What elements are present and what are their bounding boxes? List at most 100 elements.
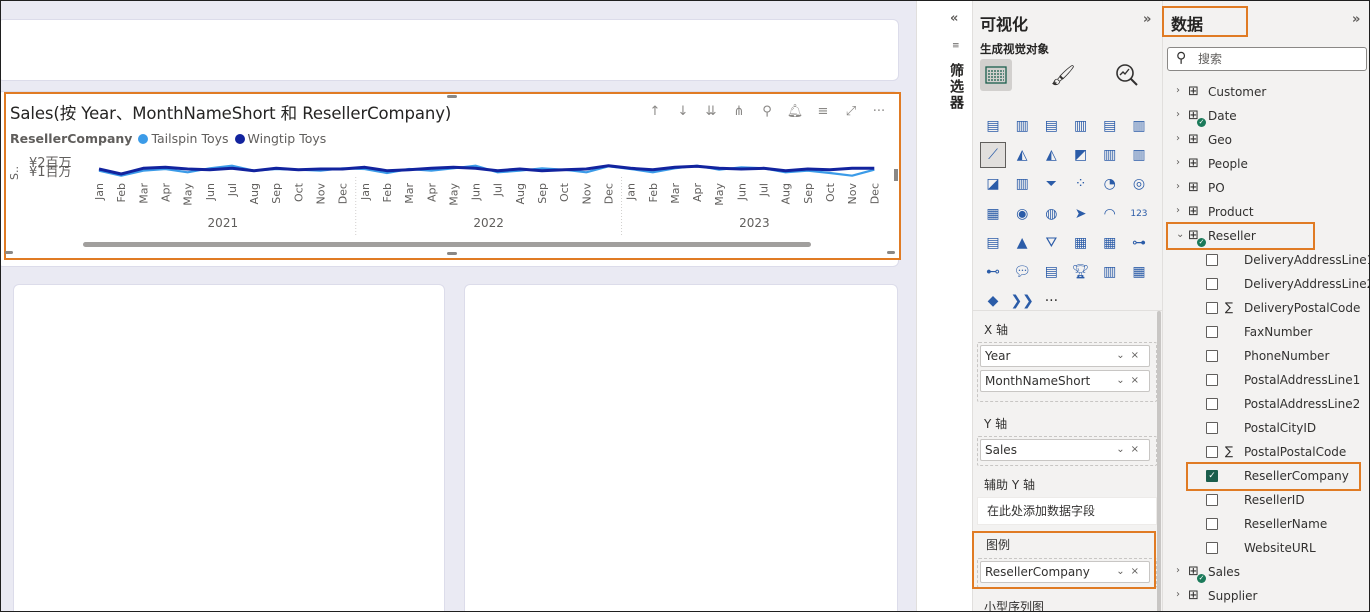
resize-handle-left[interactable] [5,251,13,254]
field-checkbox[interactable] [1206,518,1218,530]
resize-handle-top[interactable] [447,95,457,98]
table-item-reseller[interactable]: Reseller [1208,225,1256,247]
build-visual-tab-icon[interactable] [980,59,1012,91]
line-column-icon[interactable]: ▥ [1097,142,1123,168]
arcgis-icon[interactable]: ▦ [1126,259,1152,285]
chevron-down-icon[interactable]: ⌄ [1176,229,1184,240]
more-options-icon[interactable]: ··· [865,101,893,121]
field-resellercompany[interactable]: ResellerCompany [1244,465,1349,487]
y-field-sales[interactable]: Sales ⌄× [980,439,1150,461]
field-postalcityid[interactable]: PostalCityID [1244,417,1316,439]
x-field-monthnameshort[interactable]: MonthNameShort ⌄× [980,370,1150,392]
table-item-geo[interactable]: Geo [1208,129,1232,151]
ribbon-icon[interactable]: ◩ [1068,142,1094,168]
line-chart-icon[interactable]: ⟋ [980,142,1006,169]
legend-item-wingtip[interactable]: Wingtip Toys [234,131,326,146]
decomposition-icon[interactable]: ⊶ [1126,230,1152,256]
bell-icon[interactable]: 🔔︎ [781,101,809,121]
multirow-card-icon[interactable]: ▤ [980,230,1006,256]
waterfall-icon[interactable]: ▥ [1009,171,1035,197]
resize-handle-bottom[interactable] [447,252,457,255]
key-influencers-icon[interactable]: ⊷ [980,259,1006,285]
field-resellername[interactable]: ResellerName [1244,513,1327,535]
field-checkbox[interactable] [1206,398,1218,410]
treemap-icon[interactable]: ▦ [980,201,1006,227]
field-phonenumber[interactable]: PhoneNumber [1244,345,1329,367]
line-clustered-icon[interactable]: ▥ [1126,142,1152,168]
chevron-right-icon[interactable]: › [1176,565,1180,576]
trophy-icon[interactable]: 🏆︎ [1068,259,1094,285]
table-item-customer[interactable]: Customer [1208,81,1266,103]
empty-visual-right[interactable] [464,284,898,611]
empty-visual-left[interactable] [13,284,445,611]
table-item-date[interactable]: Date [1208,105,1237,127]
field-deliverypostalcode[interactable]: DeliveryPostalCode [1244,297,1360,319]
field-postaladdressline1[interactable]: PostalAddressLine1 [1244,369,1360,391]
field-checkbox[interactable] [1206,302,1218,314]
field-checkbox[interactable] [1206,494,1218,506]
chevron-right-icon[interactable]: › [1176,157,1180,168]
field-checkbox[interactable] [1206,446,1218,458]
clustered-bar-icon[interactable]: ▤ [1038,113,1064,139]
narrative-icon[interactable]: ▤ [1038,259,1064,285]
drill-down-icon[interactable]: ↓ [669,101,697,121]
stacked-area-icon[interactable]: ◭ [1038,142,1064,168]
chevron-right-icon[interactable]: › [1176,589,1180,600]
format-visual-tab-icon[interactable]: 🖌︎ [1047,59,1079,91]
filter-icon[interactable]: ≡ [809,101,837,121]
pin-icon[interactable]: ⚲ [753,101,781,121]
gauge-icon[interactable]: ◠ [1097,201,1123,227]
viz-pane-scrollbar[interactable] [1157,311,1161,611]
field-deliveryaddressline2[interactable]: DeliveryAddressLine2 [1244,273,1369,295]
filters-label[interactable]: 筛选器 [946,63,966,111]
pie-icon[interactable]: ◔ [1097,171,1123,197]
pill-controls[interactable]: ⌄× [1116,346,1145,366]
field-checkbox[interactable] [1206,254,1218,266]
qa-icon[interactable]: 💬︎ [1009,259,1035,285]
paginated-icon[interactable]: ▥ [1097,259,1123,285]
field-deliveryaddressline1[interactable]: DeliveryAddressLine1 [1244,249,1369,271]
slicer-icon[interactable]: ⛛ [1038,230,1064,256]
empty-visual-top[interactable] [1,19,899,81]
field-checkbox[interactable] [1206,326,1218,338]
field-checkbox[interactable] [1206,374,1218,386]
field-postaladdressline2[interactable]: PostalAddressLine2 [1244,393,1360,415]
chevron-right-icon[interactable]: › [1176,85,1180,96]
stacked-column-icon[interactable]: ▥ [1009,113,1035,139]
field-checkbox[interactable] [1206,542,1218,554]
field-checkbox[interactable] [1206,278,1218,290]
pill-controls[interactable]: ⌄× [1116,440,1145,460]
filled-map-icon[interactable]: ◍ [1038,201,1064,227]
field-checkbox[interactable]: ✓ [1206,470,1218,482]
scatter-icon[interactable]: ⁘ [1068,171,1094,197]
ribbon-chart-icon[interactable]: ◪ [980,171,1006,197]
field-checkbox[interactable] [1206,422,1218,434]
100-column-icon[interactable]: ▥ [1126,113,1152,139]
chevron-right-icon[interactable]: › [1176,205,1180,216]
map-icon[interactable]: ◉ [1009,201,1035,227]
azure-map-icon[interactable]: ➤ [1068,201,1094,227]
resize-handle-right[interactable] [887,251,895,254]
funnel-icon[interactable]: ⏷ [1038,171,1064,197]
field-postalpostalcode[interactable]: PostalPostalCode [1244,441,1346,463]
chevron-right-icon[interactable]: › [1176,109,1180,120]
data-expand-icon[interactable]: » [1352,12,1360,27]
table-item-sales[interactable]: Sales [1208,561,1240,583]
matrix-icon[interactable]: ▦ [1097,230,1123,256]
drill-up-icon[interactable]: ↑ [641,101,669,121]
field-websiteurl[interactable]: WebsiteURL [1244,537,1316,559]
expand-all-icon[interactable]: ⇊ [697,101,725,121]
clustered-column-icon[interactable]: ▥ [1068,113,1094,139]
stacked-bar-icon[interactable]: ▤ [980,113,1006,139]
table-item-po[interactable]: PO [1208,177,1225,199]
card-icon[interactable]: 123 [1126,201,1152,227]
table-item-people[interactable]: People [1208,153,1248,175]
secondary-y-dropzone[interactable]: 在此处添加数据字段 [977,497,1157,525]
field-resellerid[interactable]: ResellerID [1244,489,1305,511]
table-item-product[interactable]: Product [1208,201,1254,223]
area-chart-icon[interactable]: ◭ [1009,142,1035,168]
focus-mode-icon[interactable]: ⤢ [837,101,865,121]
pill-controls[interactable]: ⌄× [1116,371,1145,391]
search-input[interactable]: 搜索 [1167,47,1367,71]
field-checkbox[interactable] [1206,350,1218,362]
